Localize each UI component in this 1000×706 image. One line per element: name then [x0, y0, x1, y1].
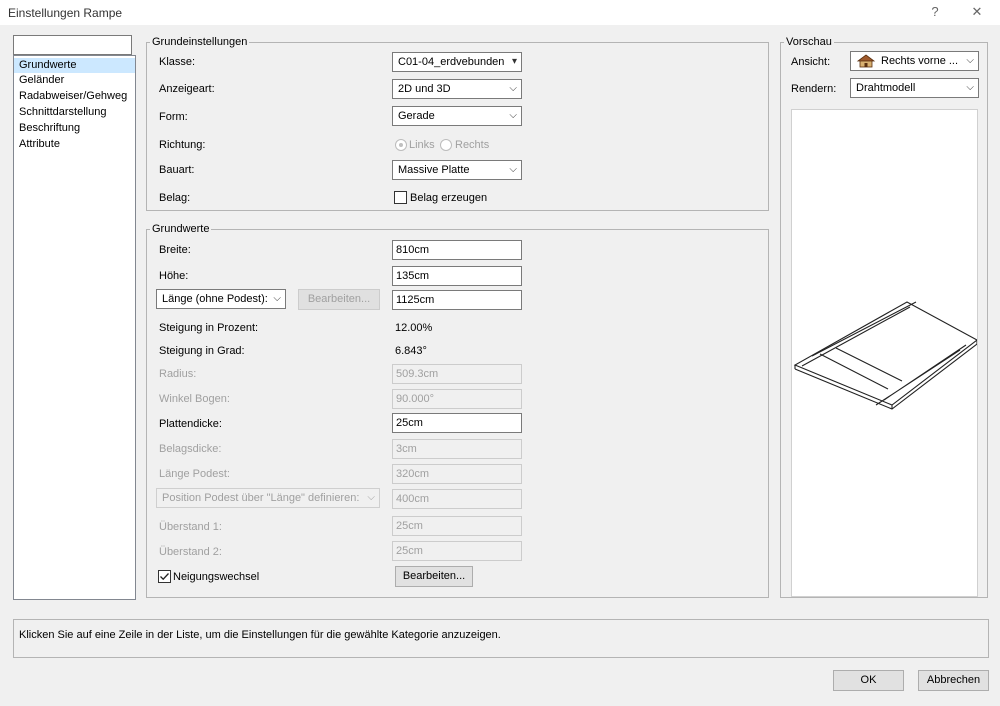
chevron-down-icon: ⌵	[367, 492, 375, 503]
laenge-podest-input[interactable]: 320cm	[392, 464, 522, 484]
winkel-bogen-label: Winkel Bogen:	[159, 393, 230, 405]
chevron-down-icon: ⌵	[273, 293, 281, 304]
radius-input[interactable]: 509.3cm	[392, 364, 522, 384]
richtung-rechts-label: Rechts	[455, 139, 490, 151]
klasse-select[interactable]: C01-04_erdvebunden ▾	[392, 52, 522, 72]
window-title: Einstellungen Rampe	[8, 6, 123, 20]
bauart-value: Massive Platte	[398, 164, 470, 176]
richtung-links-radio[interactable]	[395, 139, 407, 151]
preview-canvas[interactable]	[791, 109, 979, 597]
anzeigeart-value: 2D und 3D	[398, 83, 451, 95]
steigung-grad-label: Steigung in Grad:	[159, 345, 245, 357]
nav-item-attribute[interactable]: Attribute	[14, 137, 135, 152]
ueberstand1-input[interactable]: 25cm	[392, 516, 522, 536]
category-list[interactable]: Grundwerte Geländer Radabweiser/Gehweg S…	[13, 55, 136, 600]
klasse-label: Klasse:	[159, 56, 196, 68]
bauart-label: Bauart:	[159, 164, 195, 176]
ueberstand2-label: Überstand 2:	[159, 546, 222, 558]
plattendicke-label: Plattendicke:	[159, 418, 222, 430]
grundwerte-legend: Grundwerte	[152, 223, 210, 235]
nav-item-gelaender[interactable]: Geländer	[14, 73, 135, 88]
chevron-down-icon: ⌵	[509, 110, 517, 121]
hoehe-input[interactable]: 135cm	[392, 266, 522, 286]
steigung-prozent-value: 12.00%	[395, 322, 433, 334]
ramp-wireframe-graphic	[793, 301, 979, 410]
house-icon	[856, 54, 876, 68]
bauart-select[interactable]: Massive Platte ⌵	[392, 160, 522, 180]
belagsdicke-input[interactable]: 3cm	[392, 439, 522, 459]
nav-search-field[interactable]	[13, 35, 132, 55]
nav-item-radabweiser[interactable]: Radabweiser/Gehweg	[14, 89, 135, 104]
rendern-value: Drahtmodell	[856, 82, 916, 94]
laenge-podest-label: Länge Podest:	[159, 468, 230, 480]
belag-checkbox[interactable]	[394, 191, 407, 204]
nav-item-grundwerte[interactable]: Grundwerte	[14, 58, 135, 73]
rendern-label: Rendern:	[791, 83, 837, 95]
laenge-type-value: Länge (ohne Podest):	[162, 293, 268, 305]
plattendicke-input[interactable]: 25cm	[392, 413, 522, 433]
ueberstand2-input[interactable]: 25cm	[392, 541, 522, 561]
title-bar	[0, 0, 1000, 25]
ueberstand1-label: Überstand 1:	[159, 521, 222, 533]
help-button[interactable]: ?	[920, 2, 950, 22]
form-value: Gerade	[398, 110, 435, 122]
dropdown-icon: ▾	[508, 53, 517, 71]
richtung-rechts-radio[interactable]	[440, 139, 452, 151]
cancel-button[interactable]: Abbrechen	[918, 670, 989, 691]
position-podest-value: Position Podest über "Länge" definieren:	[162, 492, 360, 504]
form-select[interactable]: Gerade ⌵	[392, 106, 522, 126]
nav-item-schnittdarstellung[interactable]: Schnittdarstellung	[14, 105, 135, 120]
ok-button[interactable]: OK	[833, 670, 904, 691]
neigungswechsel-checkbox[interactable]	[158, 570, 171, 583]
nav-item-beschriftung[interactable]: Beschriftung	[14, 121, 135, 136]
position-podest-select[interactable]: Position Podest über "Länge" definieren:…	[156, 488, 380, 508]
form-label: Form:	[159, 111, 188, 123]
belag-checkbox-label: Belag erzeugen	[410, 192, 488, 204]
laenge-type-select[interactable]: Länge (ohne Podest): ⌵	[156, 289, 286, 309]
breite-label: Breite:	[159, 244, 191, 256]
klasse-value: C01-04_erdvebunden	[398, 56, 505, 68]
neigungswechsel-label: Neigungswechsel	[173, 571, 260, 583]
hoehe-label: Höhe:	[159, 270, 189, 282]
breite-input[interactable]: 810cm	[392, 240, 522, 260]
position-podest-input[interactable]: 400cm	[392, 489, 522, 509]
winkel-bogen-input[interactable]: 90.000°	[392, 389, 522, 409]
laenge-edit-button[interactable]: Bearbeiten...	[298, 289, 380, 310]
steigung-grad-value: 6.843°	[395, 345, 427, 357]
anzeigeart-select[interactable]: 2D und 3D ⌵	[392, 79, 522, 99]
steigung-prozent-label: Steigung in Prozent:	[159, 322, 259, 334]
close-button[interactable]: ✕	[962, 2, 992, 22]
checkmark-icon	[160, 573, 169, 581]
belagsdicke-label: Belagsdicke:	[159, 443, 222, 455]
richtung-links-label: Links	[409, 139, 435, 151]
chevron-down-icon: ⌵	[966, 82, 974, 93]
rendern-select[interactable]: Drahtmodell ⌵	[850, 78, 979, 98]
chevron-down-icon: ⌵	[966, 55, 974, 66]
status-message: Klicken Sie auf eine Zeile in der Liste,…	[19, 629, 501, 641]
anzeigeart-label: Anzeigeart:	[159, 83, 215, 95]
radius-label: Radius:	[159, 368, 197, 380]
ansicht-value: Rechts vorne ...	[881, 55, 959, 67]
chevron-down-icon: ⌵	[509, 83, 517, 94]
laenge-input[interactable]: 1125cm	[392, 290, 522, 310]
neigungswechsel-edit-button[interactable]: Bearbeiten...	[395, 566, 473, 587]
belag-label: Belag:	[159, 192, 191, 204]
chevron-down-icon: ⌵	[509, 164, 517, 175]
ansicht-label: Ansicht:	[791, 56, 831, 68]
vorschau-legend: Vorschau	[786, 36, 832, 48]
grundeinstellungen-legend: Grundeinstellungen	[152, 36, 248, 48]
ansicht-select[interactable]: Rechts vorne ... ⌵	[850, 51, 979, 71]
richtung-label: Richtung:	[159, 139, 206, 151]
